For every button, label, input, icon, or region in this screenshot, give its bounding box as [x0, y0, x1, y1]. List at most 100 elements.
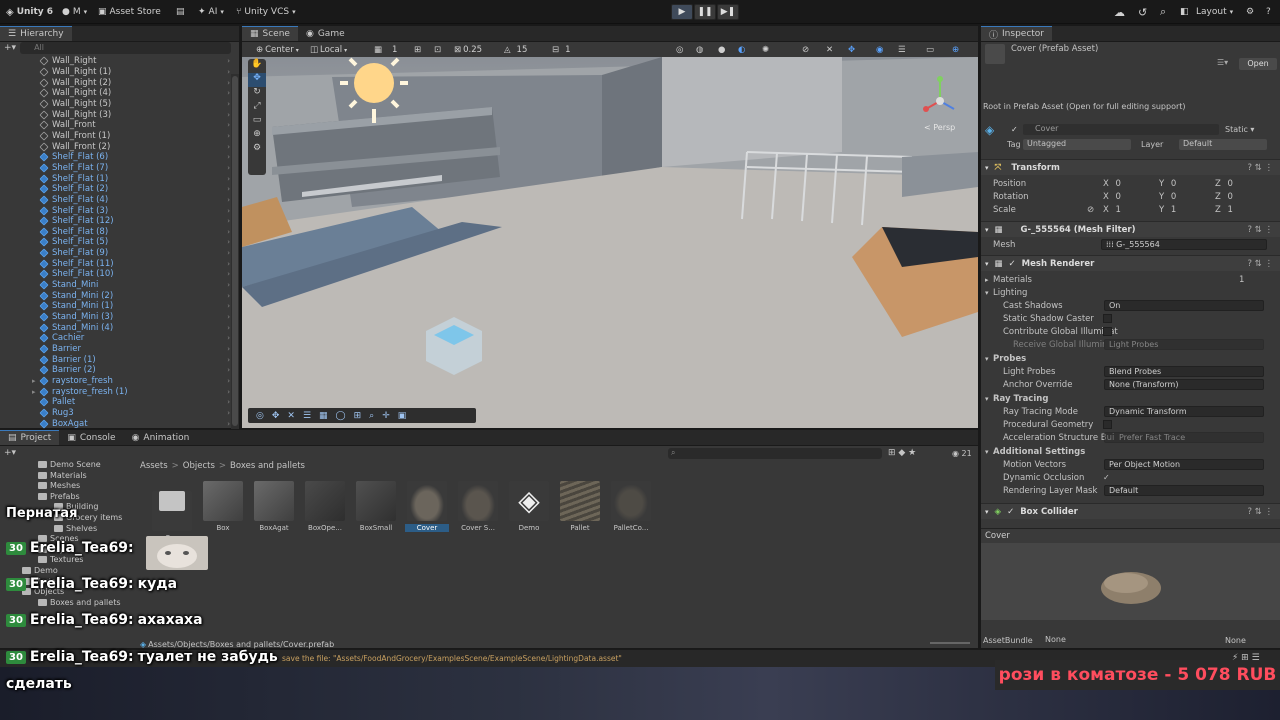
play-button[interactable]: ▶	[671, 4, 693, 20]
hierarchy-item[interactable]: Barrier (1) ›	[0, 354, 232, 365]
tab-game[interactable]: ◉ Game	[298, 26, 353, 41]
cast-shadows-dropdown[interactable]: On	[1104, 300, 1264, 311]
hierarchy-item[interactable]: Barrier ›	[0, 344, 232, 355]
view-tool-icon[interactable]: ✋	[248, 59, 266, 73]
enabled-checkbox[interactable]: ✓	[1007, 507, 1014, 517]
lighting-toggle[interactable]: ◐	[738, 44, 745, 56]
rot-y[interactable]: Y 0	[1159, 192, 1176, 202]
expand-arrow-icon[interactable]: ▸	[32, 377, 36, 385]
hierarchy-item[interactable]: Shelf_Flat (1) ›	[0, 173, 232, 184]
chevron-right-icon[interactable]: ›	[227, 68, 230, 76]
scale-z[interactable]: Z 1	[1215, 205, 1233, 215]
light-probes-dropdown[interactable]: Blend Probes	[1104, 366, 1264, 377]
pos-y[interactable]: Y 0	[1159, 179, 1176, 189]
hierarchy-item[interactable]: Shelf_Flat (7) ›	[0, 163, 232, 174]
grid-dropdown[interactable]: ⊞	[414, 44, 421, 56]
vcs-dropdown[interactable]: ⑂ Unity VCS ▾	[236, 5, 296, 19]
hierarchy-item[interactable]: Wall_Right (2) ›	[0, 77, 232, 88]
help-button[interactable]: ?	[1266, 5, 1271, 19]
chevron-right-icon[interactable]: ›	[227, 270, 230, 278]
chevron-right-icon[interactable]: ›	[227, 324, 230, 332]
package-button[interactable]: ▤	[176, 5, 185, 19]
snap-increment[interactable]: ⊠ 0.25	[454, 44, 482, 56]
chevron-right-icon[interactable]: ›	[227, 260, 230, 268]
asset-item[interactable]: BoxSmall	[354, 481, 398, 532]
hierarchy-item[interactable]: Wall_Right ›	[0, 56, 232, 67]
chevron-right-icon[interactable]: ›	[227, 292, 230, 300]
snap-icon[interactable]: ⊞	[354, 411, 362, 421]
chevron-right-icon[interactable]: ›	[227, 228, 230, 236]
hierarchy-item[interactable]: Wall_Right (1) ›	[0, 67, 232, 78]
move-icon[interactable]: ✥	[272, 411, 280, 421]
chevron-right-icon[interactable]: ›	[227, 420, 230, 428]
visibility-toggle[interactable]: ◉	[876, 44, 883, 56]
snap-toggle[interactable]: ⊡	[434, 44, 441, 56]
hierarchy-item[interactable]: Wall_Front (2) ›	[0, 141, 232, 152]
grid-toggle[interactable]: ▦	[374, 44, 382, 56]
tab-hierarchy[interactable]: ☰ Hierarchy	[0, 26, 72, 41]
shading-button[interactable]: ◍	[696, 44, 703, 56]
hierarchy-item[interactable]: Rug3 ›	[0, 408, 232, 419]
ai-dropdown[interactable]: ✦ AI ▾	[198, 5, 224, 19]
chevron-right-icon[interactable]: ›	[227, 388, 230, 396]
materials-row[interactable]: ▸ Materials 1	[981, 273, 1280, 286]
mesh-filter-header[interactable]: ▾ ▦ G-_555564 (Mesh Filter) ? ⇅ ⋮	[981, 221, 1280, 237]
open-prefab-button[interactable]: Open	[1239, 58, 1277, 70]
list-icon[interactable]: ☰	[303, 411, 311, 421]
settings-button[interactable]: ⚙	[1246, 5, 1254, 19]
component-menu-icon[interactable]: ? ⇅ ⋮	[1247, 225, 1273, 235]
transform-header[interactable]: ▾ ⤧ Transform ? ⇅ ⋮	[981, 159, 1280, 175]
hierarchy-item[interactable]: BoxAgat ›	[0, 418, 232, 429]
chevron-right-icon[interactable]: ›	[227, 79, 230, 87]
tools-toggle[interactable]: ✕	[826, 44, 833, 56]
receive-gi-dropdown[interactable]: Light Probes	[1104, 339, 1264, 350]
tab-inspector[interactable]: ⓘ Inspector	[981, 26, 1052, 41]
additional-row[interactable]: ▾ Additional Settings	[981, 445, 1280, 458]
box-collider-header[interactable]: ▾ ◈ ✓ Box Collider ? ⇅ ⋮	[981, 503, 1280, 519]
expand-arrow-icon[interactable]: ▸	[32, 388, 36, 396]
history-button[interactable]: ↺	[1138, 5, 1147, 19]
procedural-checkbox[interactable]	[1103, 420, 1112, 429]
pos-z[interactable]: Z 0	[1215, 179, 1233, 189]
probes-row[interactable]: ▾ Probes	[981, 352, 1280, 365]
scale-snap[interactable]: ⊟ 1	[552, 44, 571, 56]
hierarchy-item[interactable]: Wall_Front ›	[0, 120, 232, 131]
pause-button[interactable]: ❚❚	[694, 4, 716, 20]
folder-tree-item[interactable]: Materials	[38, 471, 87, 480]
frame-icon[interactable]: ▣	[398, 411, 407, 421]
hierarchy-item[interactable]: Shelf_Flat (2) ›	[0, 184, 232, 195]
component-menu-icon[interactable]: ? ⇅ ⋮	[1247, 507, 1273, 517]
chevron-right-icon[interactable]: ›	[227, 249, 230, 257]
chevron-right-icon[interactable]: ›	[227, 281, 230, 289]
rect-tool-icon[interactable]: ▭	[248, 115, 266, 129]
status-message[interactable]: save the file: "Assets/FoodAndGrocery/Ex…	[282, 654, 622, 663]
cross-icon[interactable]: ✕	[287, 411, 295, 421]
hierarchy-item[interactable]: Wall_Right (5) ›	[0, 99, 232, 110]
preview-render[interactable]	[981, 543, 1280, 621]
compass-icon[interactable]: ◎	[256, 411, 264, 421]
tag-dropdown[interactable]: Untagged	[1023, 139, 1131, 150]
grid-size[interactable]: 1	[392, 44, 397, 56]
rotation-snap[interactable]: ◬ 15	[504, 44, 527, 56]
hierarchy-item[interactable]: Shelf_Flat (9) ›	[0, 248, 232, 259]
hierarchy-item[interactable]: Shelf_Flat (11) ›	[0, 258, 232, 269]
chevron-right-icon[interactable]: ›	[227, 153, 230, 161]
chevron-right-icon[interactable]: ›	[227, 164, 230, 172]
hierarchy-item[interactable]: Shelf_Flat (8) ›	[0, 227, 232, 238]
chevron-right-icon[interactable]: ›	[227, 313, 230, 321]
static-shadow-checkbox[interactable]	[1103, 314, 1112, 323]
hierarchy-item[interactable]: Cachier ›	[0, 333, 232, 344]
contribute-gi-checkbox[interactable]	[1103, 327, 1112, 336]
hierarchy-item[interactable]: Shelf_Flat (3) ›	[0, 205, 232, 216]
lighting-row[interactable]: ▾ Lighting	[981, 286, 1280, 299]
hierarchy-item[interactable]: Stand_Mini ›	[0, 280, 232, 291]
search-button[interactable]: ⌕	[1160, 5, 1166, 19]
chevron-right-icon[interactable]: ›	[227, 366, 230, 374]
scale-tool-icon[interactable]: ⤢	[248, 101, 266, 115]
chevron-right-icon[interactable]: ›	[227, 302, 230, 310]
perspective-label[interactable]: < Persp	[924, 123, 955, 132]
chevron-right-icon[interactable]: ›	[227, 345, 230, 353]
chevron-right-icon[interactable]: ›	[227, 143, 230, 151]
component-menu-icon[interactable]: ? ⇅ ⋮	[1247, 163, 1273, 173]
hierarchy-item[interactable]: Shelf_Flat (12) ›	[0, 216, 232, 227]
